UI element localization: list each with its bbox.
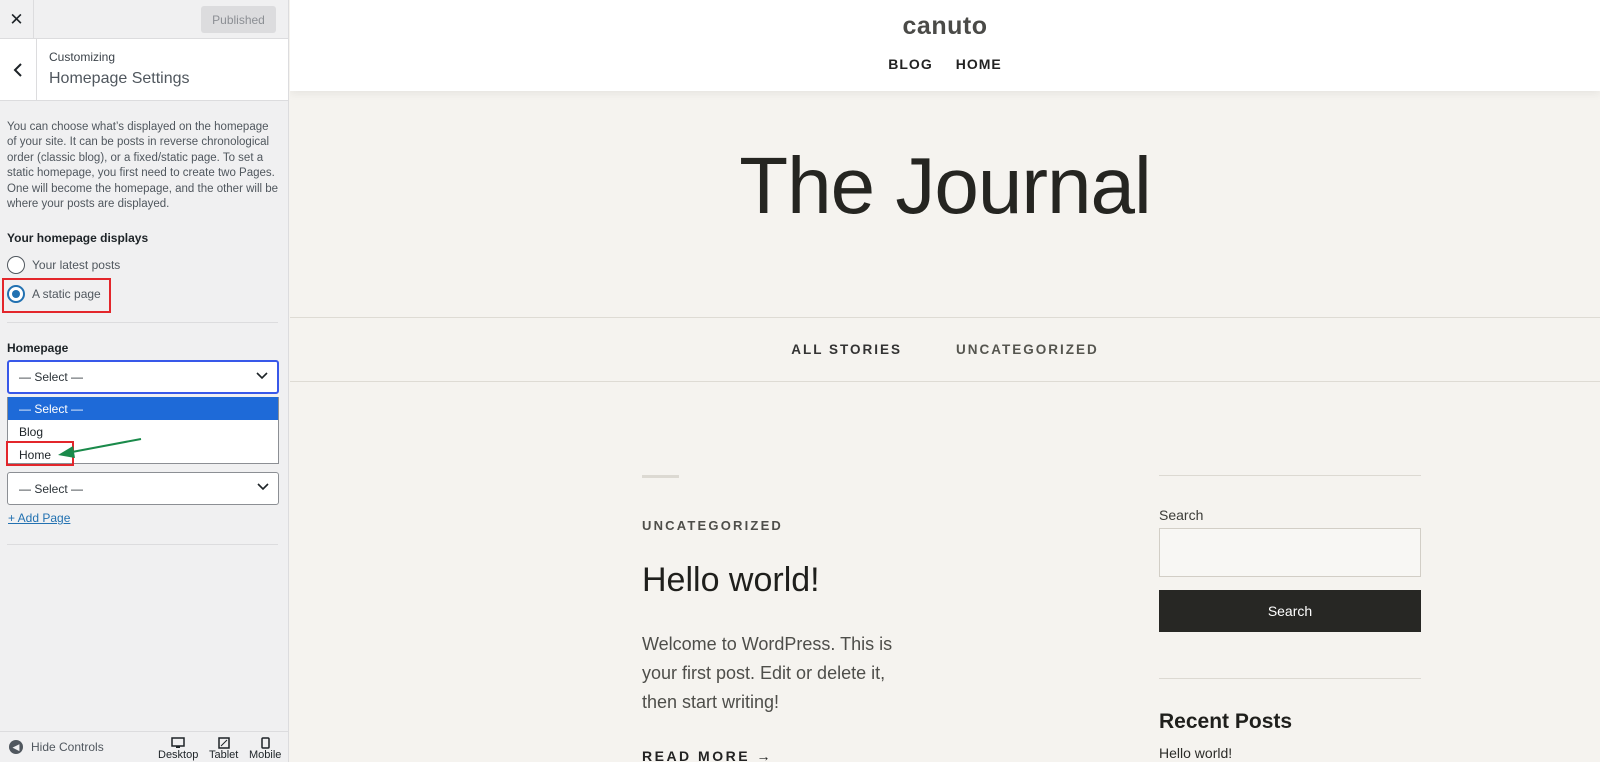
widget-divider	[1159, 678, 1421, 679]
mobile-icon	[260, 737, 270, 749]
device-label: Tablet	[209, 749, 239, 761]
publish-button[interactable]: Published	[201, 6, 276, 33]
homepage-select[interactable]: — Select —	[7, 360, 279, 394]
radio-label: Your latest posts	[32, 258, 121, 272]
search-button[interactable]: Search	[1159, 590, 1421, 632]
hide-controls-label: Hide Controls	[31, 740, 104, 754]
divider	[7, 544, 278, 545]
site-header: canuto BLOG HOME	[290, 0, 1600, 91]
category-all-stories[interactable]: ALL STORIES	[791, 342, 902, 357]
site-preview: canuto BLOG HOME The Journal ALL STORIES…	[290, 0, 1600, 762]
device-mobile-button[interactable]: Mobile	[249, 737, 281, 761]
post-excerpt: Welcome to WordPress. This is your first…	[642, 634, 893, 712]
desktop-icon	[171, 737, 185, 748]
chevron-down-icon	[256, 372, 268, 380]
section-subtitle: Customizing	[49, 50, 116, 64]
customizer-sidebar: ✕ Published Customizing Homepage Setting…	[0, 0, 289, 762]
chevron-down-icon	[257, 483, 269, 491]
device-tablet-button[interactable]: Tablet	[209, 737, 238, 761]
posts-page-select[interactable]: — Select —	[7, 472, 279, 505]
tablet-icon	[217, 737, 230, 749]
dropdown-option-select[interactable]: — Select —	[8, 397, 278, 420]
nav-item-blog[interactable]: BLOG	[888, 56, 932, 72]
search-widget-label: Search	[1159, 507, 1204, 523]
post-category[interactable]: UNCATEGORIZED	[642, 518, 783, 533]
back-button[interactable]	[0, 39, 37, 100]
nav-item-home[interactable]: HOME	[956, 56, 1002, 72]
search-input[interactable]	[1159, 528, 1421, 577]
section-header: Customizing Homepage Settings	[0, 39, 288, 101]
close-icon: ✕	[9, 9, 24, 29]
device-desktop-button[interactable]: Desktop	[158, 737, 198, 761]
recent-posts-title: Recent Posts	[1159, 710, 1293, 733]
device-label: Desktop	[158, 749, 199, 761]
device-label: Mobile	[249, 749, 282, 761]
collapse-icon: ◀	[9, 740, 23, 754]
read-more-link[interactable]: READ MORE →	[642, 748, 773, 762]
site-title[interactable]: canuto	[290, 12, 1600, 41]
home-option-highlight-box	[6, 441, 74, 466]
hide-controls-button[interactable]: ◀ Hide Controls	[9, 740, 104, 754]
homepage-settings-description: You can choose what’s displayed on the h…	[7, 121, 279, 211]
sidebar-top-bar: ✕ Published	[0, 0, 288, 39]
radio-latest-posts[interactable]: Your latest posts	[7, 254, 120, 276]
dropdown-option-blog[interactable]: Blog	[8, 420, 278, 443]
hero-title: The Journal	[739, 141, 1151, 230]
site-nav: BLOG HOME	[290, 56, 1600, 72]
divider	[7, 322, 278, 323]
post-divider	[642, 475, 679, 478]
static-page-highlight-box	[2, 278, 111, 313]
close-customizer-button[interactable]: ✕	[0, 0, 34, 39]
homepage-select-value: — Select —	[19, 370, 84, 384]
add-page-link[interactable]: + Add Page	[8, 511, 70, 525]
widget-divider	[1159, 475, 1421, 476]
homepage-displays-label: Your homepage displays	[7, 231, 149, 245]
sidebar-footer: ◀ Hide Controls Desktop Tablet Mobile	[0, 731, 288, 762]
posts-page-select-value: — Select —	[19, 481, 84, 496]
section-title: Homepage Settings	[49, 70, 190, 87]
category-bar: ALL STORIES UNCATEGORIZED	[290, 317, 1600, 382]
radio-button[interactable]	[7, 256, 25, 274]
post-title[interactable]: Hello world!	[642, 561, 820, 600]
homepage-label: Homepage	[7, 341, 69, 355]
recent-post-link[interactable]: Hello world!	[1159, 745, 1232, 761]
category-uncategorized[interactable]: UNCATEGORIZED	[956, 342, 1099, 357]
chevron-left-icon	[13, 62, 22, 77]
